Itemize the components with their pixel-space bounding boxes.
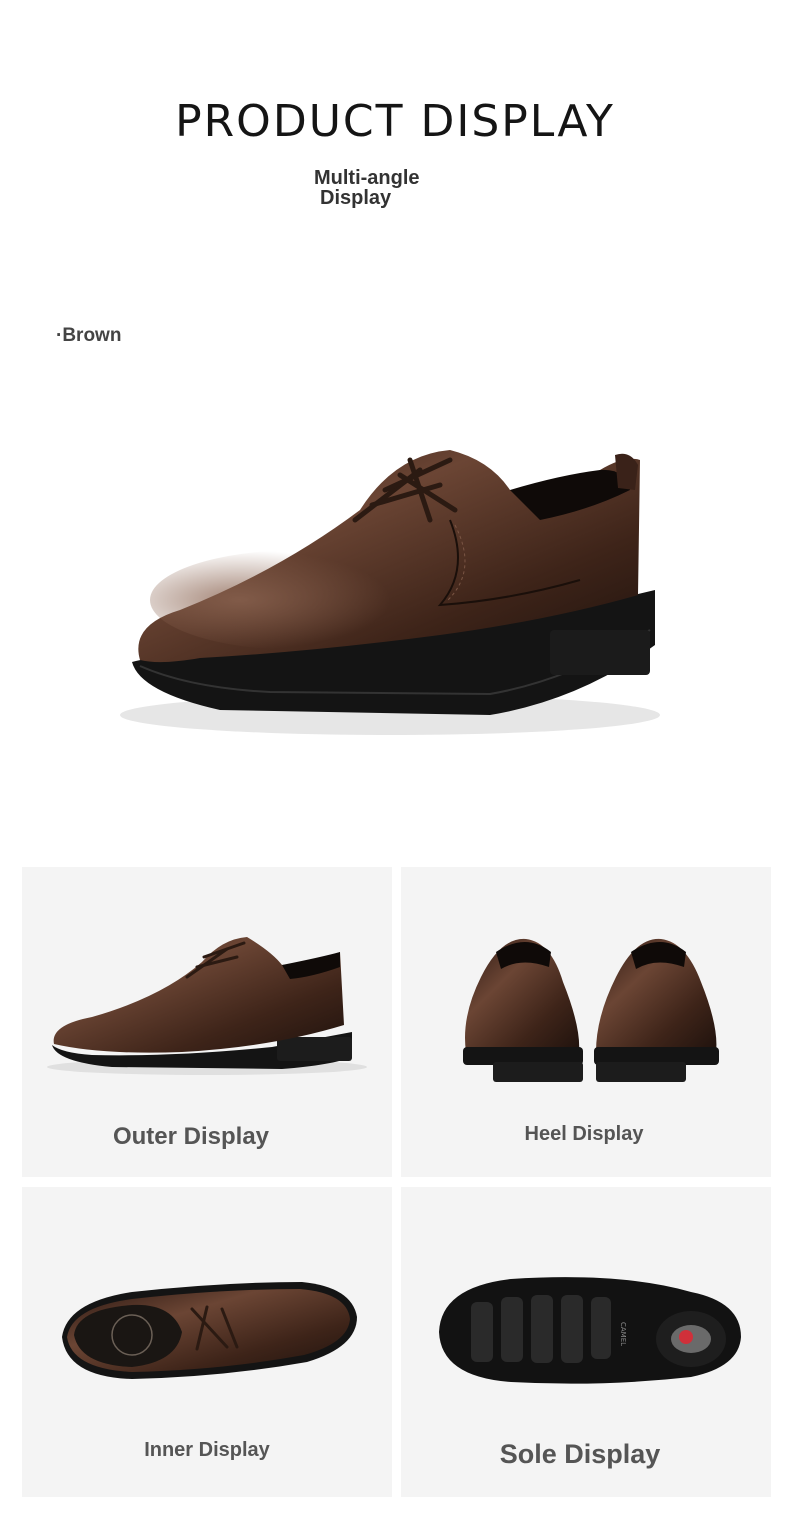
outer-display-card: Outer Display	[22, 867, 392, 1177]
page-title: PRODUCT DISPLAY	[175, 96, 615, 147]
shoe-heel-view-image	[463, 938, 719, 1082]
sole-display-card: CAMEL Sole Display	[401, 1187, 771, 1497]
heel-display-label: Heel Display	[524, 1123, 644, 1145]
hero-shoe-image	[110, 430, 670, 760]
inner-display-label: Inner Display	[144, 1439, 270, 1461]
shoe-side-view-image	[47, 937, 367, 1075]
inner-display-card: Inner Display	[22, 1187, 392, 1497]
page-subtitle: Multi-angle Display	[314, 168, 484, 208]
subtitle-line-2: Display	[320, 187, 392, 209]
color-label: ·Brown	[56, 325, 122, 346]
subtitle-line-1: Multi-angle	[314, 167, 420, 189]
sole-display-label: Sole Display	[499, 1439, 661, 1469]
outer-display-label: Outer Display	[112, 1123, 270, 1150]
heel-display-card: Heel Display	[401, 867, 771, 1177]
svg-text:CAMEL: CAMEL	[619, 1322, 627, 1346]
